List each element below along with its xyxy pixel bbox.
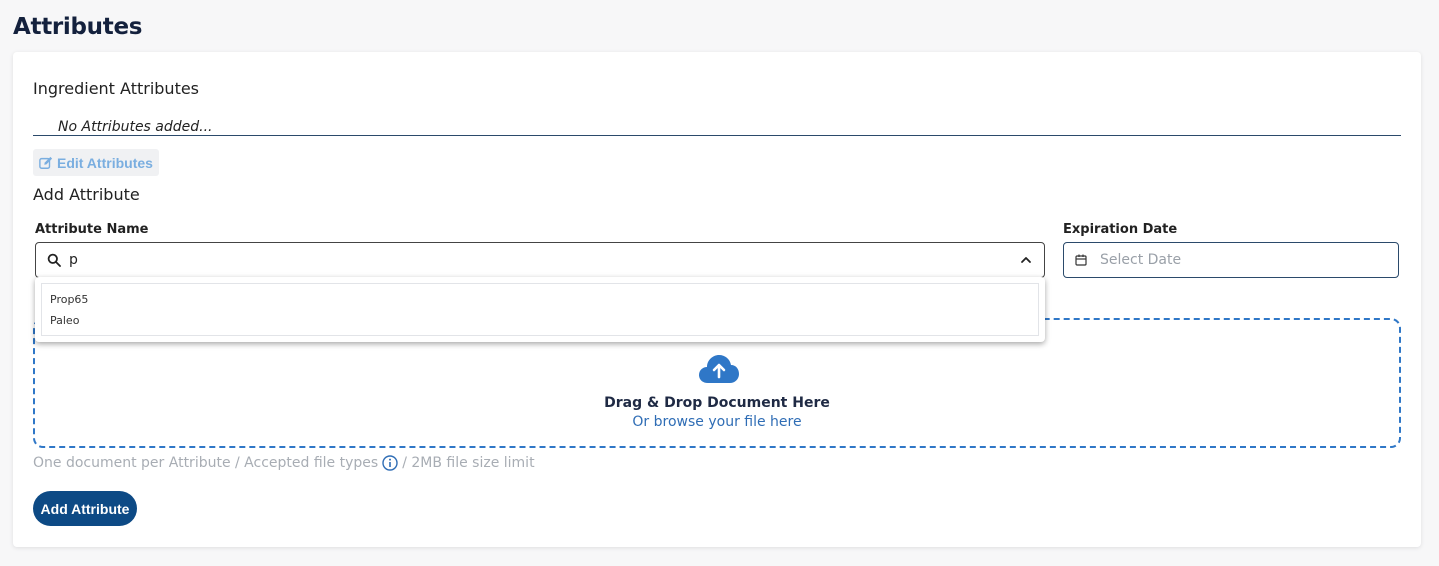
calendar-icon	[1075, 254, 1087, 266]
expiration-date-input[interactable]	[1098, 251, 1382, 269]
upload-hint-size: / 2MB file size limit	[402, 455, 535, 471]
no-attributes-text: No Attributes added...	[58, 119, 213, 135]
cloud-upload-icon	[699, 355, 739, 383]
expiration-date-label: Expiration Date	[1063, 222, 1178, 237]
attribute-name-input[interactable]	[67, 251, 971, 269]
info-icon[interactable]	[382, 455, 398, 471]
edit-attributes-label: Edit Attributes	[57, 154, 153, 171]
browse-file-link[interactable]: Or browse your file here	[35, 414, 1399, 430]
dropzone-title: Drag & Drop Document Here	[604, 395, 830, 411]
option-prop65[interactable]: Prop65	[50, 293, 88, 306]
upload-hint: One document per Attribute / Accepted fi…	[33, 455, 535, 471]
options-list: Prop65 Paleo	[41, 283, 1039, 336]
edit-attributes-button[interactable]: Edit Attributes	[33, 149, 159, 176]
option-paleo[interactable]: Paleo	[50, 314, 79, 327]
edit-icon	[39, 156, 53, 169]
chevron-up-icon[interactable]	[1020, 254, 1032, 266]
attribute-options-dropdown: Prop65 Paleo	[35, 277, 1045, 342]
search-icon	[47, 253, 61, 267]
expiration-date-field[interactable]	[1063, 242, 1399, 278]
add-attribute-button[interactable]: Add Attribute	[33, 491, 137, 526]
upload-hint-text: One document per Attribute / Accepted fi…	[33, 455, 379, 471]
add-attribute-title: Add Attribute	[33, 185, 140, 204]
ingredient-attributes-title: Ingredient Attributes	[33, 79, 200, 98]
divider	[33, 135, 1401, 136]
page-title: Attributes	[13, 14, 143, 40]
attribute-name-label: Attribute Name	[35, 222, 149, 237]
attribute-name-combobox[interactable]	[35, 242, 1045, 278]
